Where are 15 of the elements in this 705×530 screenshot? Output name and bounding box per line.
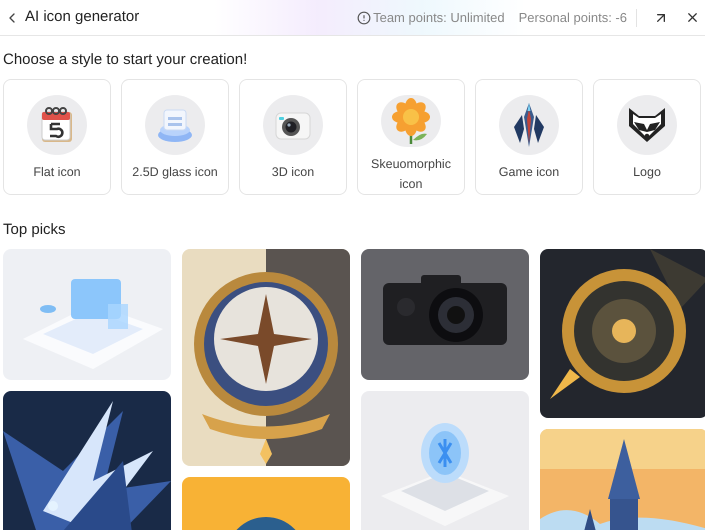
section-heading: Top picks (3, 220, 67, 240)
personal-points: Personal points: -6 (518, 8, 627, 27)
style-card[interactable]: Skeuomorphic icon (357, 79, 465, 195)
calendar-icon (39, 106, 75, 144)
style-card[interactable]: 3D icon (239, 79, 347, 195)
style-card[interactable]: Game icon (475, 79, 583, 195)
flower-icon (391, 98, 431, 144)
window-title: AI icon generator (25, 7, 140, 28)
style-card[interactable]: Logo (593, 79, 701, 195)
info-icon (357, 10, 372, 24)
section-heading: Choose a style to start your creation! (3, 50, 248, 70)
team-points: Team points: Unlimited (373, 8, 505, 27)
style-card[interactable]: 2.5D glass icon (121, 79, 229, 195)
sword-emblem-icon (512, 103, 546, 147)
style-card[interactable]: Flat icon (3, 79, 111, 195)
